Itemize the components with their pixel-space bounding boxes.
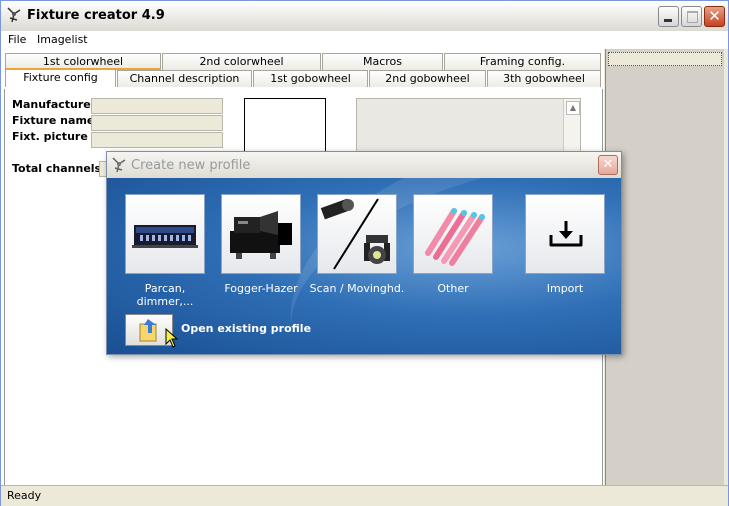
scroll-up-icon[interactable]: ▲	[566, 101, 580, 115]
dimmer-pack-icon	[132, 225, 198, 248]
tab-2nd-colorwheel[interactable]: 2nd colorwheel	[162, 53, 321, 70]
dialog-body: Parcan, dimmer,... Fogger-Hazer Scan / M…	[107, 178, 621, 354]
fixture-picture-label: Fixt. picture	[12, 130, 88, 143]
open-existing-label: Open existing profile	[181, 322, 312, 335]
fogger-hazer-label: Fogger-Hazer	[224, 282, 298, 295]
dialog-close-button[interactable]: ✕	[598, 155, 618, 175]
import-icon	[549, 221, 583, 247]
create-profile-dialog: Create new profile ✕ Parcan, dimmer,...	[106, 151, 622, 355]
tab-1st-gobowheel[interactable]: 1st gobowheel	[253, 70, 368, 87]
right-panel	[605, 49, 724, 485]
minimize-button[interactable]	[658, 6, 679, 27]
fog-machine-icon	[230, 211, 292, 259]
menu-bar: File Imagelist	[1, 31, 728, 49]
tab-macros[interactable]: Macros	[322, 53, 443, 70]
parcan-dimmer-label: Parcan, dimmer,...	[136, 282, 194, 308]
fogger-hazer-tile[interactable]	[221, 194, 301, 274]
manufacturer-label: Manufacturer	[12, 98, 97, 111]
memo-scrollbar[interactable]: ▲	[563, 99, 580, 159]
status-text: Ready	[7, 489, 42, 502]
scan-movinghead-tile[interactable]	[317, 194, 397, 274]
dialog-title: Create new profile	[131, 158, 251, 173]
import-tile[interactable]	[525, 194, 605, 274]
tab-channel-description[interactable]: Channel description	[117, 70, 252, 87]
manufacturer-field[interactable]	[91, 98, 223, 114]
close-icon: ✕	[602, 157, 614, 172]
close-icon: ✕	[708, 7, 721, 25]
moving-head-icon	[320, 198, 390, 270]
parcan-dimmer-tile[interactable]	[125, 194, 205, 274]
mouse-pointer-icon	[165, 328, 179, 348]
import-label: Import	[546, 282, 584, 295]
fixture-picture-field[interactable]	[91, 132, 223, 148]
title-bar[interactable]: Fixture creator 4.9 ✕	[1, 1, 728, 32]
app-icon	[112, 157, 126, 173]
minimize-icon	[664, 19, 672, 22]
other-tile[interactable]	[413, 194, 493, 274]
dialog-title-bar[interactable]: Create new profile ✕	[107, 152, 621, 178]
window-title: Fixture creator 4.9	[27, 8, 165, 23]
scan-movinghead-label: Scan / Movinghd.	[309, 282, 405, 295]
close-button[interactable]: ✕	[704, 6, 725, 27]
menu-file[interactable]: File	[8, 33, 26, 46]
tab-2nd-gobowheel[interactable]: 2nd gobowheel	[369, 70, 486, 87]
total-channels-label: Total channels	[12, 162, 102, 175]
fixture-name-label: Fixture name	[12, 114, 95, 127]
status-bar: Ready	[1, 485, 728, 506]
other-label: Other	[437, 282, 469, 295]
maximize-icon	[687, 11, 698, 23]
maximize-button[interactable]	[681, 6, 702, 27]
tab-framing-config[interactable]: Framing config.	[444, 53, 601, 70]
tab-3th-gobowheel[interactable]: 3th gobowheel	[487, 70, 601, 87]
fixture-name-field[interactable]	[91, 115, 223, 131]
menu-imagelist[interactable]: Imagelist	[37, 33, 88, 46]
tab-fixture-config[interactable]: Fixture config	[5, 68, 116, 87]
right-panel-header	[608, 52, 722, 66]
app-icon	[7, 7, 21, 23]
led-tubes-icon	[425, 208, 485, 266]
